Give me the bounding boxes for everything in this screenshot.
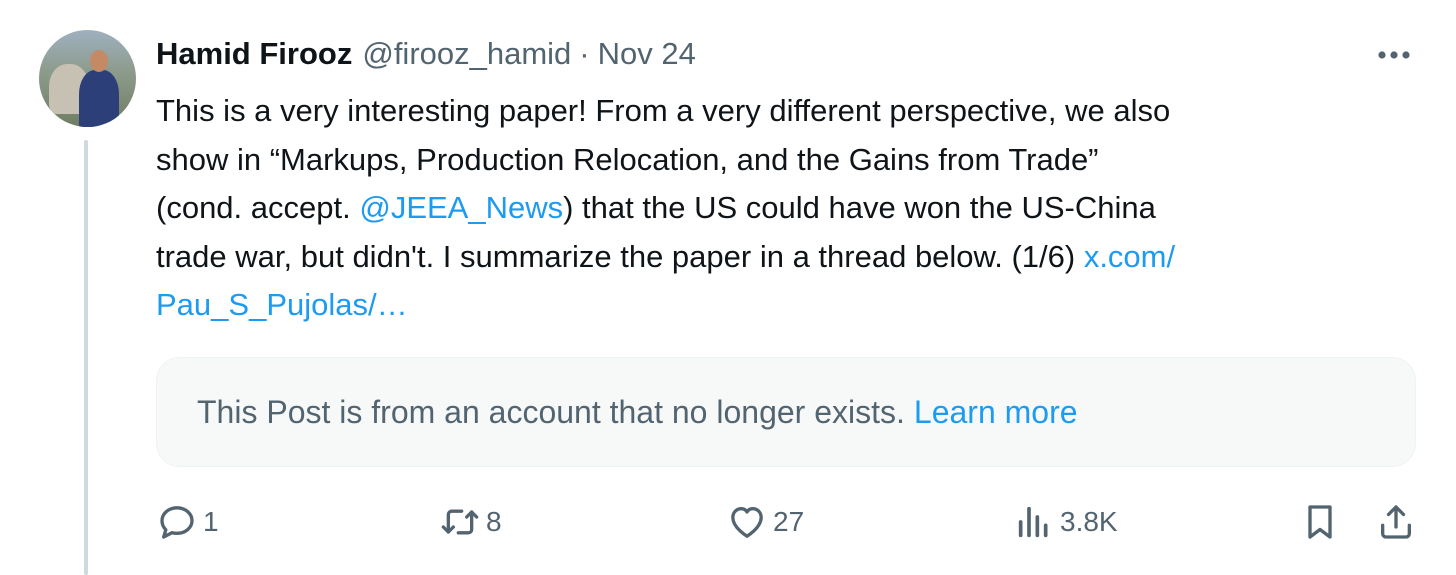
share-button[interactable] [1376,500,1416,544]
bookmark-button[interactable] [1300,500,1340,544]
repost-count: 8 [486,506,502,537]
heart-icon [731,507,763,538]
url-link-part-2[interactable]: Pau_S_Pujolas/… [156,287,408,322]
more-options-button[interactable] [1372,40,1416,70]
tweet-text-line-2: show in “Markups, Production Relocation,… [156,141,1099,177]
bar-chart-icon [1018,506,1048,538]
tweet-text-line-3: (cond. accept. @JEEA_News) that the US c… [156,184,1416,233]
tweet-text-line-4-text: trade war, but didn't. I summarize the p… [156,238,1084,274]
unavailable-post-notice: This Post is from an account that no lon… [156,357,1416,467]
avatar-person-body [79,70,119,127]
url-link-part-1[interactable]: x.com/ [1084,239,1175,274]
tweet-text-line-5: Pau_S_Pujolas/… [156,281,1416,330]
like-count: 27 [773,506,805,537]
avatar[interactable] [39,30,136,127]
author-handle[interactable]: @firooz_hamid [362,36,571,72]
repost-arrows-icon [441,509,479,535]
learn-more-link[interactable]: Learn more [914,394,1078,431]
tweet-text-line-3-end: ) that the US could have won the US-Chin… [563,190,1156,225]
thread-connector-line [84,140,88,575]
reply-count: 1 [203,506,219,537]
tweet-text: This is a very interesting paper! From a… [156,87,1416,330]
unavailable-post-text: This Post is from an account that no lon… [197,393,905,430]
post-date[interactable]: Nov 24 [598,36,696,72]
mention-link[interactable]: @JEEA_News [359,190,563,225]
share-upload-icon [1381,505,1411,539]
author-name[interactable]: Hamid Firooz [156,36,352,72]
reply-bubble-icon [160,506,194,539]
avatar-person-head [90,50,108,72]
bookmark-icon [1308,505,1332,539]
tweet-text-line-3-start: (cond. accept. [156,190,360,225]
views-button[interactable]: 3.8K [1014,500,1118,544]
more-horizontal-icon [1378,51,1410,59]
header-separator: · [579,36,590,71]
like-button[interactable]: 27 [727,500,804,544]
tweet-text-line-1: This is a very interesting paper! From a… [156,93,1171,128]
tweet-text-line-4: trade war, but didn't. I summarize the p… [156,233,1416,282]
repost-button[interactable]: 8 [440,500,502,544]
view-count: 3.8K [1060,506,1118,537]
tweet-header: Hamid Firooz @firooz_hamid · Nov 24 [156,34,696,74]
reply-button[interactable]: 1 [157,500,219,544]
